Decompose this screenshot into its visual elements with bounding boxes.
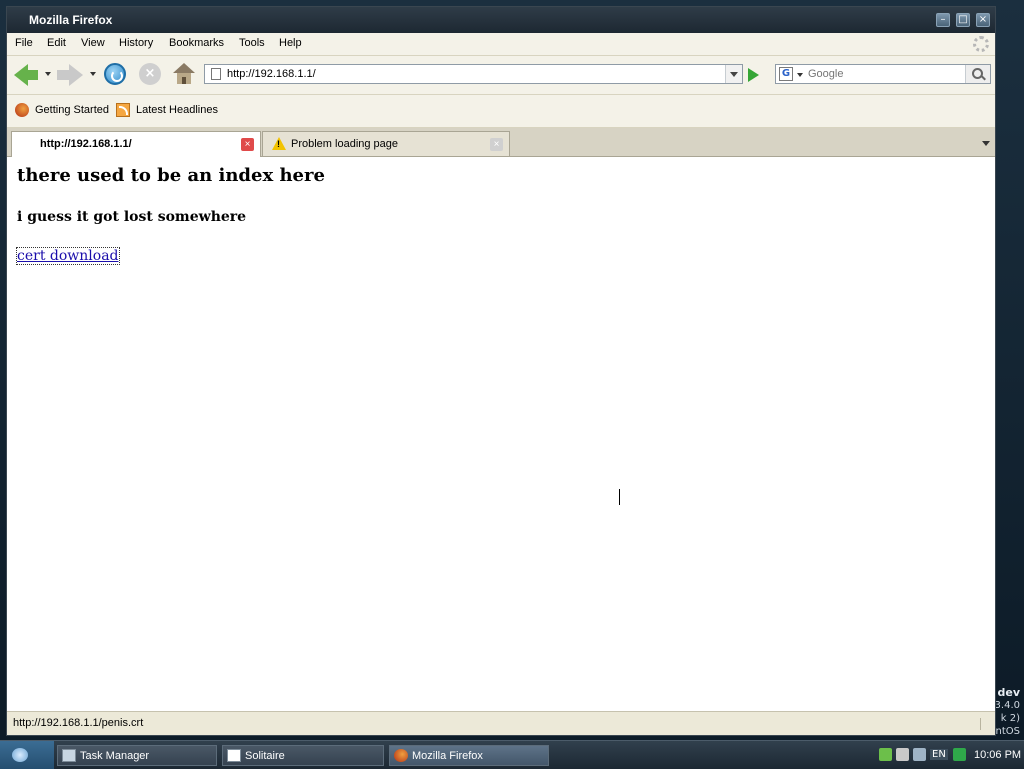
minimize-button[interactable]: – <box>936 13 950 27</box>
mouse-cursor-icon <box>619 489 629 505</box>
task-task-manager[interactable]: Task Manager <box>57 745 217 766</box>
page-subheading: i guess it got lost somewhere <box>17 209 247 225</box>
task-manager-icon <box>62 749 76 762</box>
back-history-dropdown[interactable] <box>45 72 51 76</box>
firefox-bookmark-icon <box>15 103 29 117</box>
search-bar[interactable]: G <box>775 64 991 84</box>
start-button[interactable] <box>0 741 54 769</box>
language-indicator[interactable]: EN <box>930 749 948 760</box>
menu-file[interactable]: File <box>15 37 33 49</box>
window-title: Mozilla Firefox <box>29 13 113 27</box>
url-bar[interactable] <box>204 64 743 84</box>
system-tray: EN 10:06 PM <box>873 745 1023 766</box>
page-icon <box>211 68 221 80</box>
usb-icon[interactable] <box>896 748 909 761</box>
page-heading: there used to be an index here <box>17 165 325 186</box>
search-input[interactable] <box>808 66 958 82</box>
solitaire-icon <box>227 749 241 762</box>
forward-arrow-icon <box>57 64 83 86</box>
bookmarks-toolbar: Getting Started Latest Headlines <box>7 95 995 128</box>
taskbar: Task Manager Solitaire Mozilla Firefox E… <box>0 740 1024 769</box>
url-history-dropdown[interactable] <box>725 65 742 83</box>
menu-history[interactable]: History <box>119 37 153 49</box>
resize-grip-icon[interactable] <box>980 718 993 730</box>
maximize-button[interactable]: □ <box>956 13 970 27</box>
url-input[interactable] <box>227 66 717 82</box>
reload-button[interactable] <box>104 63 126 85</box>
firefox-window: Mozilla Firefox – □ × File Edit View His… <box>6 6 996 736</box>
task-label: Solitaire <box>245 750 285 762</box>
menu-view[interactable]: View <box>81 37 105 49</box>
menu-bookmarks[interactable]: Bookmarks <box>169 37 224 49</box>
tab-close-icon[interactable]: × <box>241 138 254 151</box>
home-icon <box>173 63 195 73</box>
google-engine-icon[interactable]: G <box>779 67 793 81</box>
home-button[interactable] <box>173 63 195 85</box>
tab-list-dropdown[interactable] <box>979 133 993 151</box>
navigation-toolbar: × G <box>7 56 995 95</box>
clock[interactable]: 10:06 PM <box>974 749 1021 761</box>
network-icon[interactable] <box>879 748 892 761</box>
warning-icon <box>272 137 286 150</box>
throbber-icon <box>973 36 989 52</box>
cert-download-link[interactable]: cert download <box>16 247 120 265</box>
task-mozilla-firefox[interactable]: Mozilla Firefox <box>389 745 549 766</box>
menu-help[interactable]: Help <box>279 37 302 49</box>
menu-bar: File Edit View History Bookmarks Tools H… <box>7 33 995 56</box>
tab-label: Problem loading page <box>291 138 399 150</box>
task-label: Mozilla Firefox <box>412 750 483 762</box>
search-engine-dropdown[interactable] <box>797 73 803 77</box>
rss-feed-icon <box>116 103 130 117</box>
tab-label: http://192.168.1.1/ <box>40 138 132 150</box>
back-arrow-icon <box>14 64 38 86</box>
firefox-icon <box>394 749 408 762</box>
bookmark-getting-started[interactable]: Getting Started <box>35 104 109 116</box>
task-label: Task Manager <box>80 750 150 762</box>
status-text: http://192.168.1.1/penis.crt <box>13 717 144 729</box>
forward-history-dropdown[interactable] <box>90 72 96 76</box>
go-button[interactable] <box>748 68 759 82</box>
page-content: there used to be an index here i guess i… <box>7 157 995 711</box>
display-icon[interactable] <box>913 748 926 761</box>
status-bar: http://192.168.1.1/penis.crt <box>7 711 995 735</box>
tab-problem-loading[interactable]: Problem loading page × <box>262 131 510 156</box>
title-bar[interactable]: Mozilla Firefox – □ × <box>7 7 995 33</box>
back-button[interactable] <box>14 63 40 87</box>
forward-button[interactable] <box>57 63 83 87</box>
stop-button[interactable]: × <box>139 63 161 85</box>
close-window-button[interactable]: × <box>976 13 990 27</box>
search-icon[interactable] <box>965 65 990 83</box>
bookmark-latest-headlines[interactable]: Latest Headlines <box>136 104 218 116</box>
status-icon[interactable] <box>953 748 966 761</box>
home-icon-door <box>182 77 186 84</box>
task-solitaire[interactable]: Solitaire <box>222 745 384 766</box>
tab-bar: http://192.168.1.1/ × Problem loading pa… <box>7 128 995 157</box>
start-menu-icon <box>12 748 28 762</box>
tab-active[interactable]: http://192.168.1.1/ × <box>11 131 261 157</box>
menu-edit[interactable]: Edit <box>47 37 66 49</box>
tab-close-icon[interactable]: × <box>490 138 503 151</box>
menu-tools[interactable]: Tools <box>239 37 265 49</box>
